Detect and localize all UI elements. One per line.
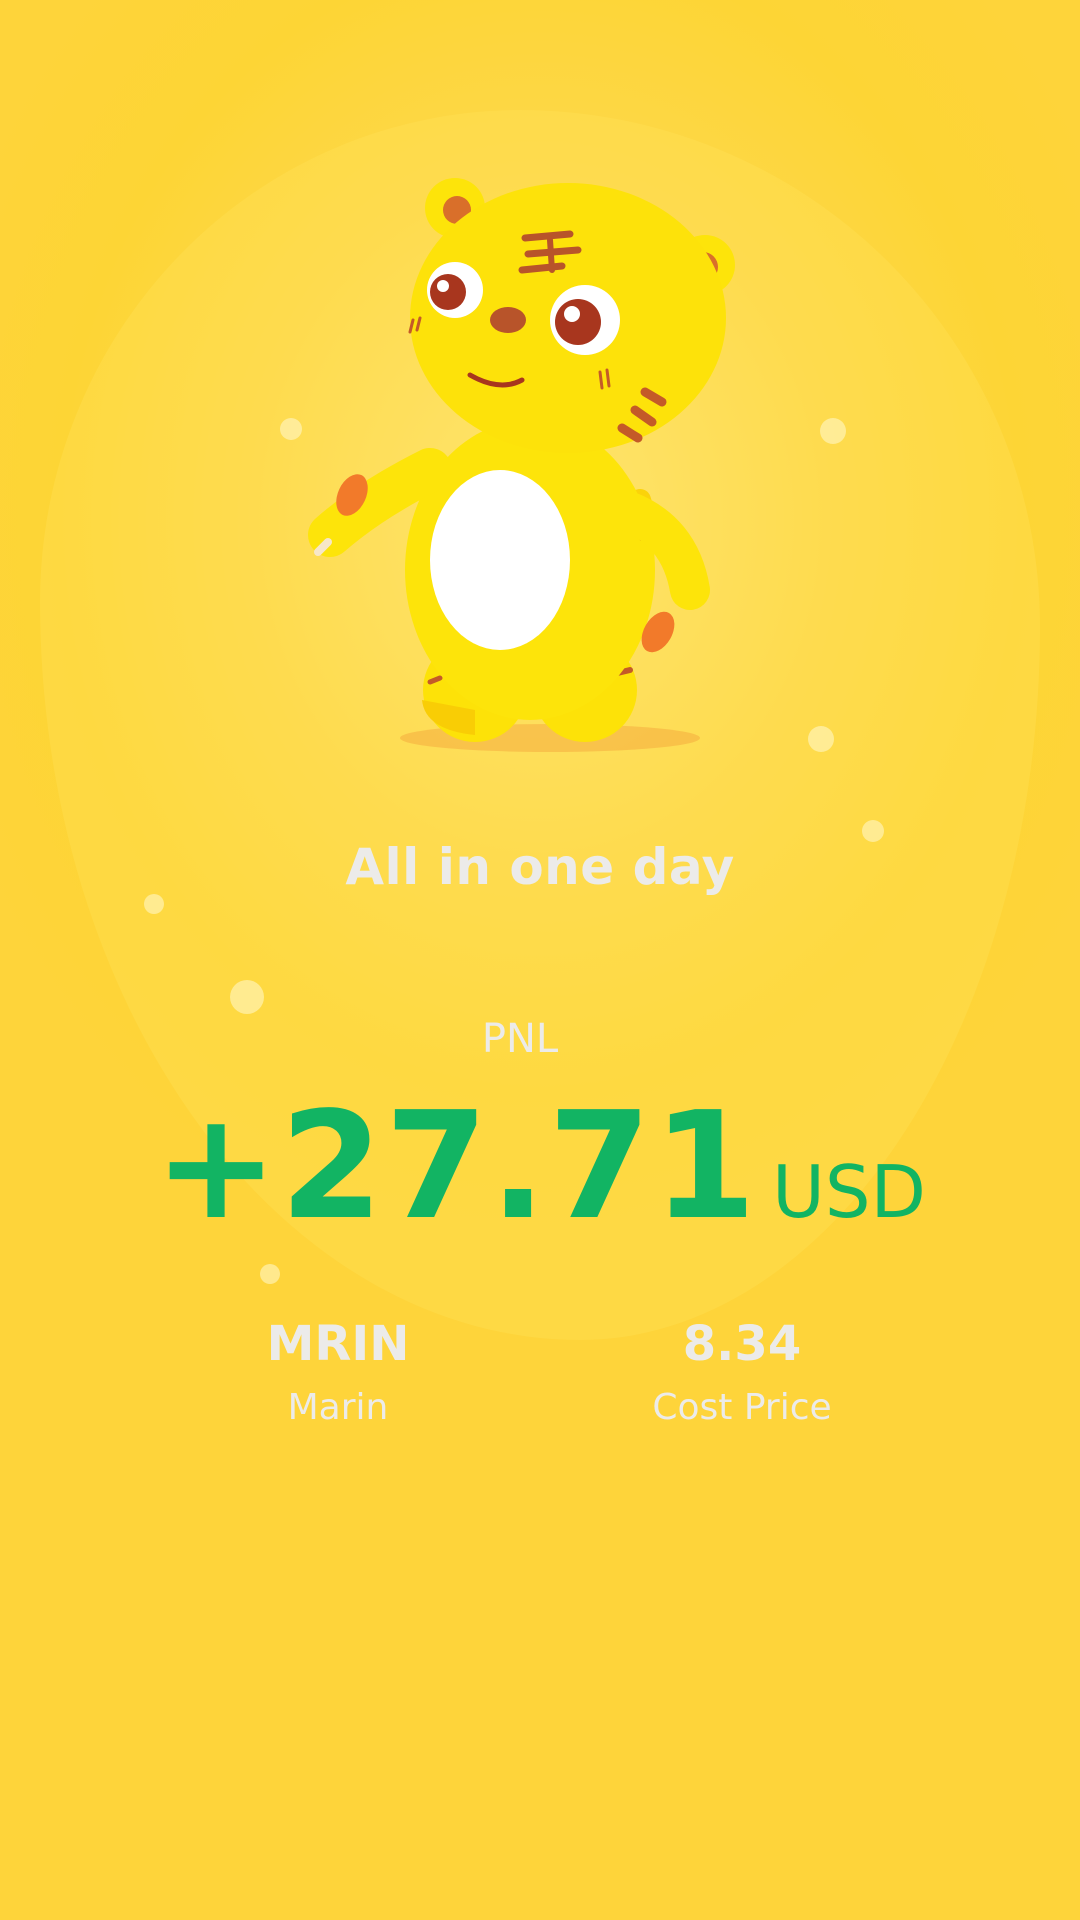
sparkle [260, 1264, 280, 1284]
symbol-label: Marin [287, 1387, 389, 1428]
sparkle [144, 894, 164, 914]
pnl-value: +27.71 [154, 1080, 759, 1252]
symbol-value: MRIN [266, 1316, 410, 1372]
cost-price-value: 8.34 [682, 1316, 802, 1372]
cost-price-label: Cost Price [652, 1387, 832, 1428]
cost-price-stat: 8.34 Cost Price [562, 1314, 922, 1432]
sparkle [820, 418, 846, 444]
sparkle [230, 980, 264, 1014]
pnl-label: PNL [481, 1016, 559, 1062]
pnl-amount: +27.71 USD [0, 1092, 1080, 1240]
symbol-stat: MRIN Marin [158, 1314, 518, 1432]
headline: All in one day [345, 838, 735, 896]
sparkle [808, 726, 834, 752]
sparkle [280, 418, 302, 440]
tiger-mascot-icon [308, 178, 735, 752]
pnl-unit: USD [772, 1150, 926, 1234]
